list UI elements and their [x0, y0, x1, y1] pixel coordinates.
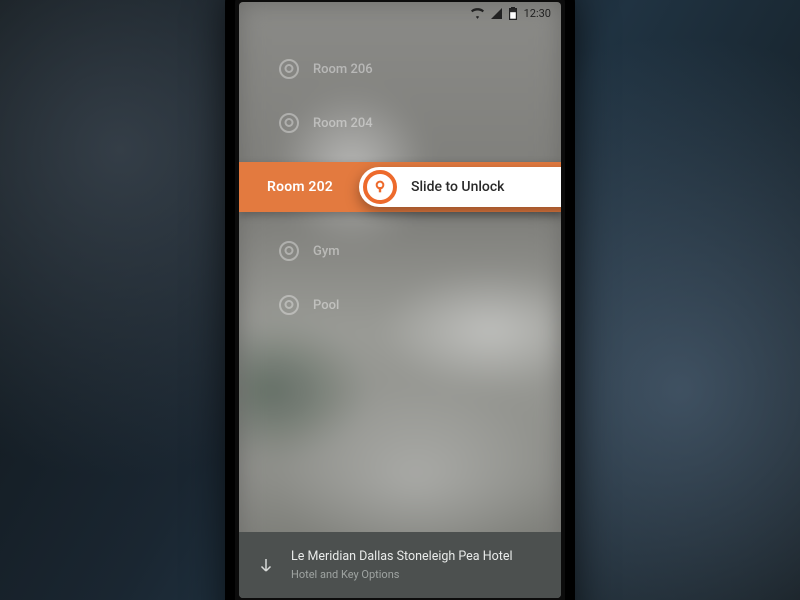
room-label: Pool: [313, 298, 339, 313]
slide-handle[interactable]: [363, 170, 397, 204]
room-label: Room 206: [313, 62, 373, 77]
room-item[interactable]: Gym: [239, 224, 561, 278]
keyhole-icon: [372, 179, 388, 195]
hotel-name: Le Meridian Dallas Stoneleigh Pea Hotel: [291, 549, 513, 566]
key-icon: [279, 295, 299, 315]
battery-icon: [509, 7, 517, 20]
phone-screen: 12:30 Room 206 Room 204 Room 202: [239, 2, 561, 598]
slide-to-unlock[interactable]: Slide to Unlock: [359, 167, 561, 207]
status-time: 12:30: [524, 7, 551, 20]
room-label: Room 204: [313, 116, 373, 131]
chevron-down-icon: [257, 556, 275, 574]
key-icon: [279, 59, 299, 79]
hotel-subtitle: Hotel and Key Options: [291, 568, 513, 581]
key-icon: [279, 241, 299, 261]
status-bar: 12:30: [239, 2, 561, 24]
rooms-list[interactable]: Room 206 Room 204 Room 202: [239, 42, 561, 332]
room-item[interactable]: Room 204: [239, 96, 561, 150]
hotel-info-text: Le Meridian Dallas Stoneleigh Pea Hotel …: [291, 549, 513, 581]
cell-signal-icon: [491, 8, 502, 19]
hotel-info-bar[interactable]: Le Meridian Dallas Stoneleigh Pea Hotel …: [239, 532, 561, 598]
room-item[interactable]: Room 206: [239, 42, 561, 96]
slide-hint-text: Slide to Unlock: [411, 179, 504, 195]
phone-frame: 12:30 Room 206 Room 204 Room 202: [225, 0, 575, 600]
desktop-backdrop: 12:30 Room 206 Room 204 Room 202: [0, 0, 800, 600]
wifi-icon: [471, 8, 484, 19]
room-item[interactable]: Pool: [239, 278, 561, 332]
room-label: Room 202: [267, 179, 333, 195]
key-icon: [279, 113, 299, 133]
room-item-selected[interactable]: Room 202 Slide to Unlock: [239, 162, 561, 212]
room-label: Gym: [313, 244, 340, 259]
